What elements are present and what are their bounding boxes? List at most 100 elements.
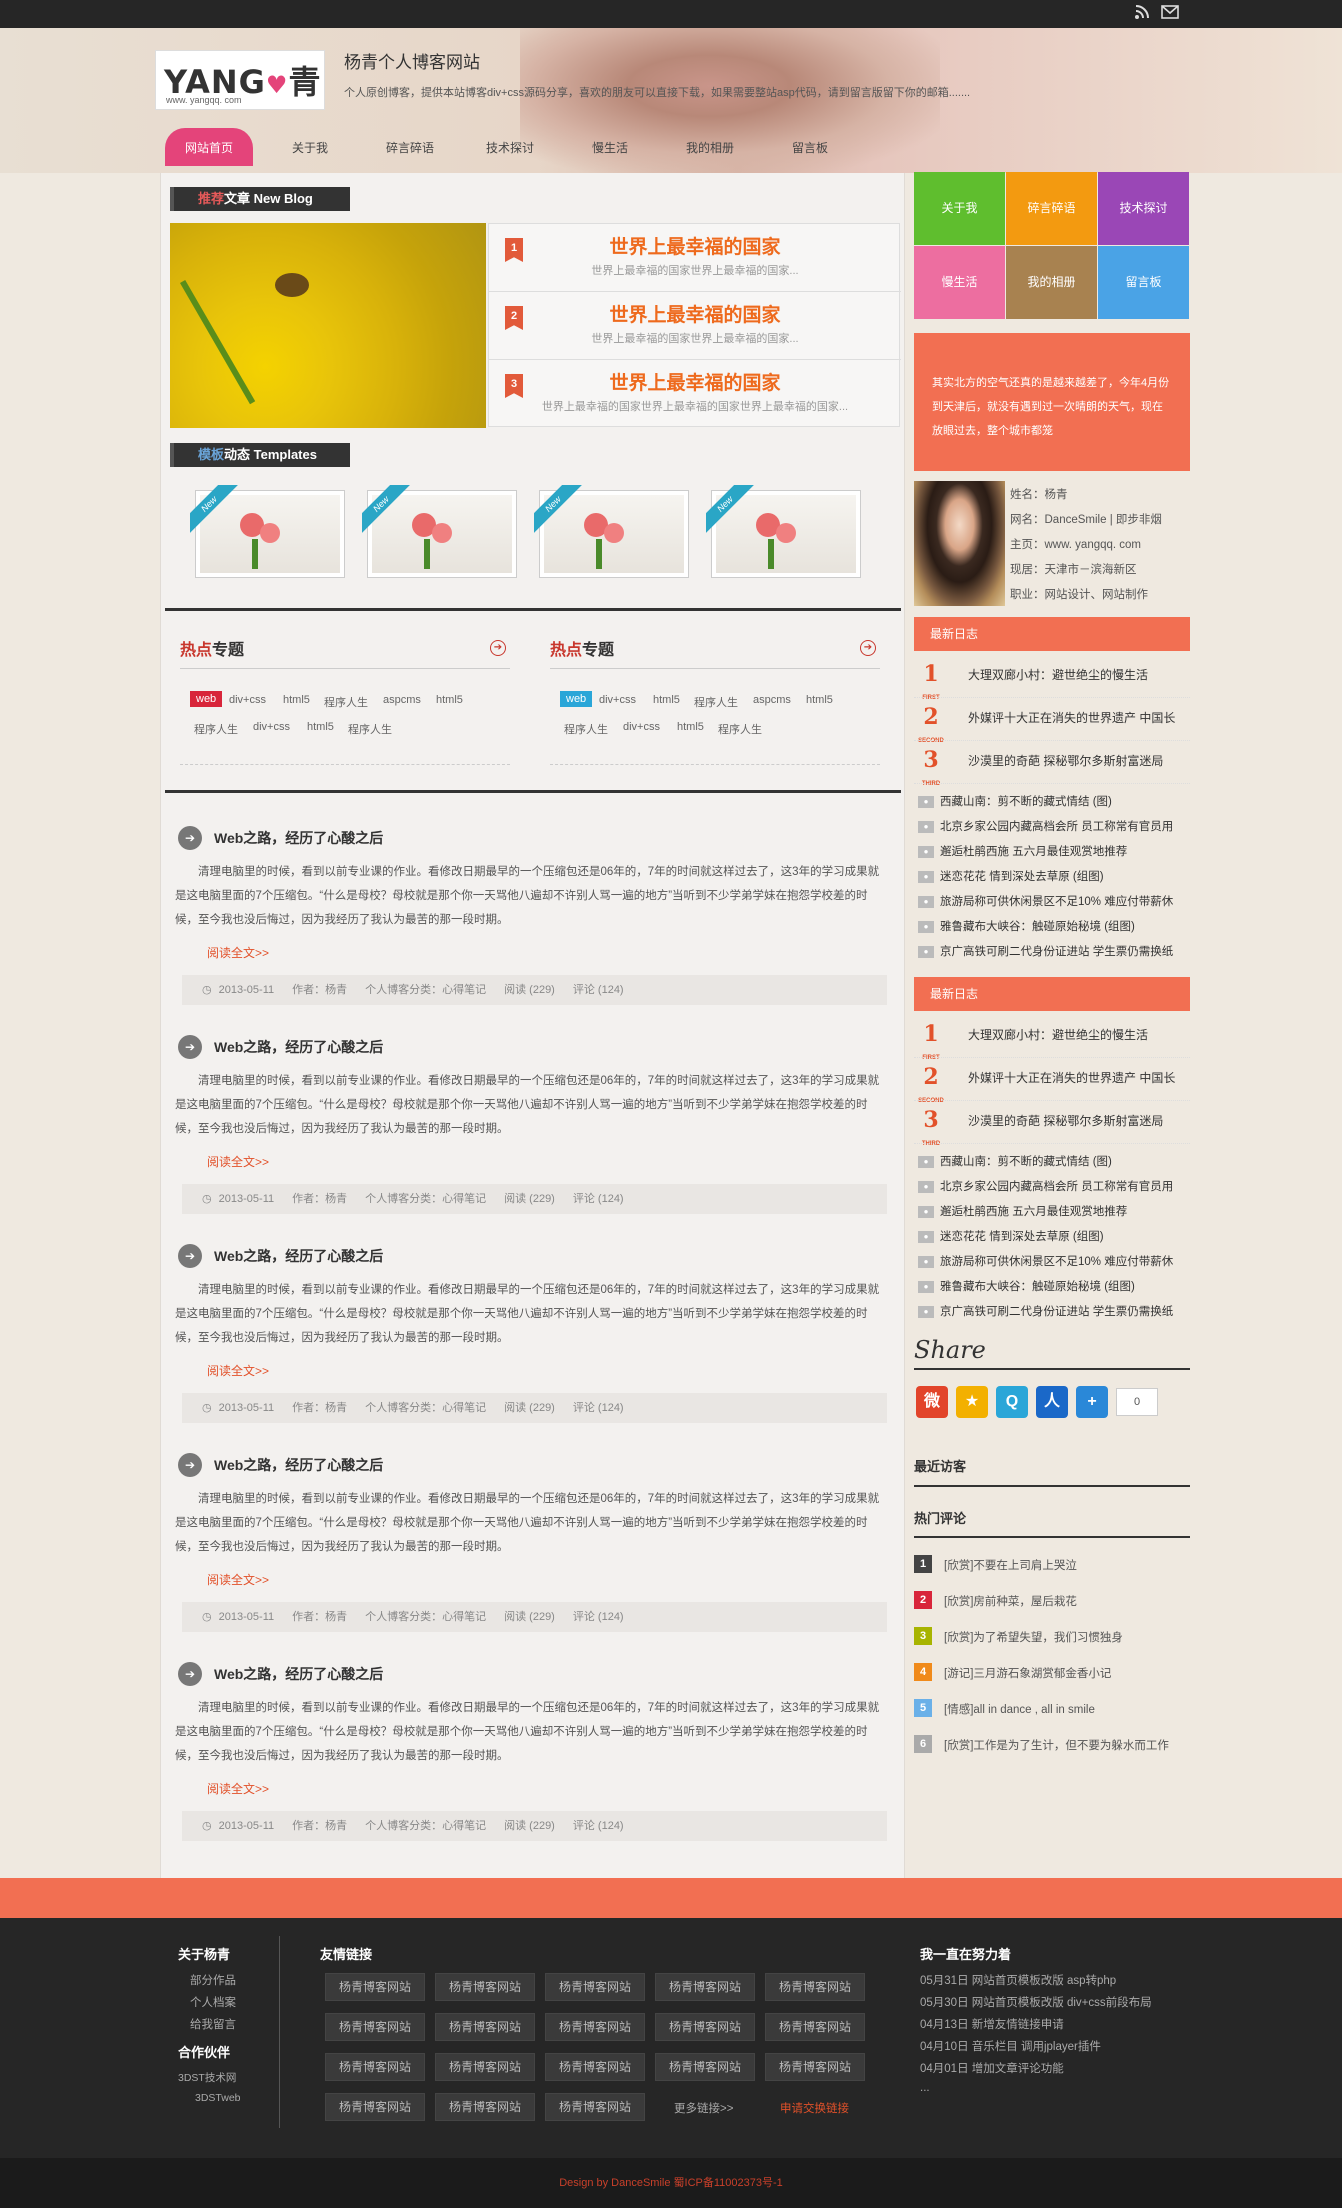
- arrow-circle-icon[interactable]: ➔: [178, 1035, 202, 1059]
- tile-notes[interactable]: 碎言碎语: [1006, 172, 1097, 245]
- hot-comment-link[interactable]: [欣赏]工作是为了生计，但不要为躲水而工作: [944, 1737, 1169, 1753]
- nav-home[interactable]: 网站首页: [165, 128, 253, 166]
- nav-about[interactable]: 关于我: [270, 128, 350, 166]
- qzone-icon[interactable]: ★: [956, 1386, 988, 1418]
- hot-comment-link[interactable]: [情感]all in dance , all in smile: [944, 1701, 1095, 1717]
- friend-link[interactable]: 杨青博客网站: [545, 2093, 645, 2121]
- topic-tag[interactable]: 程序人生: [718, 721, 762, 737]
- apply-link[interactable]: 申请交换链接: [780, 2100, 849, 2116]
- topic-tag[interactable]: aspcms: [753, 694, 791, 706]
- topic-tag[interactable]: div+css: [229, 694, 266, 706]
- topic-tag[interactable]: 程序人生: [694, 694, 738, 710]
- latest-post-link[interactable]: 旅游局称可供休闲景区不足10% 难应付带薪休: [940, 893, 1173, 909]
- read-more-link[interactable]: 阅读全文>>: [207, 1571, 269, 1588]
- renren-icon[interactable]: 人: [1036, 1386, 1068, 1418]
- latest-post-link[interactable]: 外媒评十大正在消失的世界遗产 中国长: [968, 1069, 1175, 1086]
- latest-post-link[interactable]: 迷恋花花 情到深处去草原 (组图): [940, 1228, 1104, 1244]
- tile-about[interactable]: 关于我: [914, 172, 1005, 245]
- tile-slow-life[interactable]: 慢生活: [914, 246, 1005, 319]
- featured-item[interactable]: 1 世界上最幸福的国家 世界上最幸福的国家世界上最幸福的国家...: [489, 224, 901, 292]
- nav-tech[interactable]: 技术探讨: [470, 128, 550, 166]
- friend-link[interactable]: 杨青博客网站: [435, 2013, 535, 2041]
- hot-comment-link[interactable]: [欣赏]房前种菜，屋后栽花: [944, 1593, 1077, 1609]
- meta-comments[interactable]: 评论 (124): [573, 1611, 624, 1623]
- more-icon[interactable]: +: [1076, 1386, 1108, 1418]
- hot-comment-link[interactable]: [欣赏]为了希望失望，我们习惯独身: [944, 1629, 1123, 1645]
- topic-tag[interactable]: 程序人生: [348, 721, 392, 737]
- topic-tag[interactable]: aspcms: [383, 694, 421, 706]
- nav-notes[interactable]: 碎言碎语: [370, 128, 450, 166]
- rss-icon[interactable]: [1132, 4, 1152, 24]
- tile-guestbook[interactable]: 留言板: [1098, 246, 1189, 319]
- topic-tag[interactable]: 程序人生: [194, 721, 238, 737]
- latest-post-link[interactable]: 外媒评十大正在消失的世界遗产 中国长: [968, 709, 1175, 726]
- post-title[interactable]: Web之路，经历了心酸之后: [214, 1664, 383, 1684]
- latest-post-link[interactable]: 京广高铁可刷二代身份证进站 学生票仍需换纸: [940, 1303, 1173, 1319]
- featured-title[interactable]: 世界上最幸福的国家: [489, 232, 901, 259]
- latest-post-link[interactable]: 邂逅杜鹃西施 五六月最佳观赏地推荐: [940, 1203, 1127, 1219]
- meta-category[interactable]: 个人博客分类：心得笔记: [365, 1611, 486, 1623]
- post-title[interactable]: Web之路，经历了心酸之后: [214, 1246, 383, 1266]
- arrow-circle-icon[interactable]: ➔: [178, 1244, 202, 1268]
- hot-comment-link[interactable]: [欣赏]不要在上司肩上哭泣: [944, 1557, 1077, 1573]
- read-more-link[interactable]: 阅读全文>>: [207, 1153, 269, 1170]
- meta-category[interactable]: 个人博客分类：心得笔记: [365, 1402, 486, 1414]
- read-more-link[interactable]: 阅读全文>>: [207, 944, 269, 961]
- weibo-icon[interactable]: 微: [916, 1386, 948, 1418]
- meta-reads[interactable]: 阅读 (229): [504, 984, 555, 996]
- topic-tag[interactable]: html5: [677, 721, 704, 733]
- latest-post-link[interactable]: 迷恋花花 情到深处去草原 (组图): [940, 868, 1104, 884]
- friend-link[interactable]: 杨青博客网站: [325, 1973, 425, 2001]
- friend-link[interactable]: 杨青博客网站: [765, 2013, 865, 2041]
- meta-comments[interactable]: 评论 (124): [573, 1402, 624, 1414]
- topic-tag[interactable]: web: [190, 691, 223, 707]
- topic-tag[interactable]: 程序人生: [564, 721, 608, 737]
- friend-link[interactable]: 杨青博客网站: [545, 2013, 645, 2041]
- topic-tag[interactable]: html5: [436, 694, 463, 706]
- friend-link[interactable]: 杨青博客网站: [765, 1973, 865, 2001]
- featured-title[interactable]: 世界上最幸福的国家: [489, 368, 901, 395]
- topic-tag[interactable]: web: [560, 691, 593, 707]
- meta-comments[interactable]: 评论 (124): [573, 984, 624, 996]
- latest-post-link[interactable]: 大理双廊小村：避世绝尘的慢生活: [968, 1026, 1148, 1043]
- hot-comment-link[interactable]: [游记]三月游石象湖赏郁金香小记: [944, 1665, 1111, 1681]
- latest-post-link[interactable]: 西藏山南：剪不断的藏式情结 (图): [940, 793, 1112, 809]
- topic-tag[interactable]: div+css: [599, 694, 636, 706]
- topic-tag[interactable]: 程序人生: [324, 694, 368, 710]
- friend-link[interactable]: 杨青博客网站: [325, 2013, 425, 2041]
- topic-tag[interactable]: div+css: [623, 721, 660, 733]
- tqq-icon[interactable]: Q: [996, 1386, 1028, 1418]
- friend-link[interactable]: 杨青博客网站: [655, 1973, 755, 2001]
- friend-link[interactable]: 杨青博客网站: [545, 1973, 645, 2001]
- topic-tag[interactable]: html5: [283, 694, 310, 706]
- arrow-circle-icon[interactable]: ➔: [178, 1453, 202, 1477]
- latest-post-link[interactable]: 沙漠里的奇葩 探秘鄂尔多斯射富迷局: [968, 1112, 1163, 1129]
- nav-guestbook[interactable]: 留言板: [770, 128, 850, 166]
- latest-post-link[interactable]: 大理双廊小村：避世绝尘的慢生活: [968, 666, 1148, 683]
- latest-post-link[interactable]: 京广高铁可刷二代身份证进站 学生票仍需换纸: [940, 943, 1173, 959]
- meta-comments[interactable]: 评论 (124): [573, 1193, 624, 1205]
- nav-slow-life[interactable]: 慢生活: [570, 128, 650, 166]
- template-thumb[interactable]: New: [362, 485, 517, 578]
- read-more-link[interactable]: 阅读全文>>: [207, 1780, 269, 1797]
- mail-icon[interactable]: [1160, 4, 1180, 24]
- arrow-circle-icon[interactable]: ➔: [178, 826, 202, 850]
- featured-item[interactable]: 3 世界上最幸福的国家 世界上最幸福的国家世界上最幸福的国家世界上最幸福的国家.…: [489, 360, 901, 428]
- nav-album[interactable]: 我的相册: [670, 128, 750, 166]
- meta-category[interactable]: 个人博客分类：心得笔记: [365, 1820, 486, 1832]
- arrow-right-icon[interactable]: ➔: [490, 640, 506, 656]
- friend-link[interactable]: 杨青博客网站: [545, 2053, 645, 2081]
- meta-category[interactable]: 个人博客分类：心得笔记: [365, 1193, 486, 1205]
- post-title[interactable]: Web之路，经历了心酸之后: [214, 828, 383, 848]
- friend-link[interactable]: 杨青博客网站: [655, 2053, 755, 2081]
- template-thumb[interactable]: New: [190, 485, 345, 578]
- friend-link[interactable]: 杨青博客网站: [435, 2053, 535, 2081]
- latest-post-link[interactable]: 邂逅杜鹃西施 五六月最佳观赏地推荐: [940, 843, 1127, 859]
- friend-link[interactable]: 杨青博客网站: [655, 2013, 755, 2041]
- template-thumb[interactable]: New: [706, 485, 861, 578]
- meta-category[interactable]: 个人博客分类：心得笔记: [365, 984, 486, 996]
- footer-link[interactable]: 个人档案: [190, 1994, 236, 2010]
- featured-item[interactable]: 2 世界上最幸福的国家 世界上最幸福的国家世界上最幸福的国家...: [489, 292, 901, 360]
- tile-tech[interactable]: 技术探讨: [1098, 172, 1189, 245]
- latest-post-link[interactable]: 西藏山南：剪不断的藏式情结 (图): [940, 1153, 1112, 1169]
